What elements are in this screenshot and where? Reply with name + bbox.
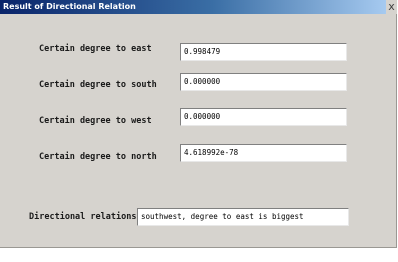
dialog-window: Result of Directional Relation x Certain… bbox=[0, 0, 397, 248]
west-degree-field[interactable]: 0.000000 bbox=[180, 108, 347, 126]
north-label: Certain degree to north bbox=[39, 152, 157, 162]
close-button[interactable]: x bbox=[386, 0, 397, 14]
directional-relations-field[interactable]: southwest, degree to east is biggest bbox=[137, 208, 349, 226]
north-degree-field[interactable]: 4.618992e-78 bbox=[180, 144, 347, 162]
window-title: Result of Directional Relation bbox=[3, 2, 136, 11]
east-degree-field[interactable]: 0.998479 bbox=[180, 43, 347, 61]
east-label: Certain degree to east bbox=[39, 44, 152, 54]
relations-label: Directional relations bbox=[29, 212, 137, 222]
title-bar[interactable]: Result of Directional Relation bbox=[0, 0, 386, 14]
south-label: Certain degree to south bbox=[39, 80, 157, 90]
west-label: Certain degree to west bbox=[39, 116, 152, 126]
south-degree-field[interactable]: 0.000000 bbox=[180, 73, 347, 91]
